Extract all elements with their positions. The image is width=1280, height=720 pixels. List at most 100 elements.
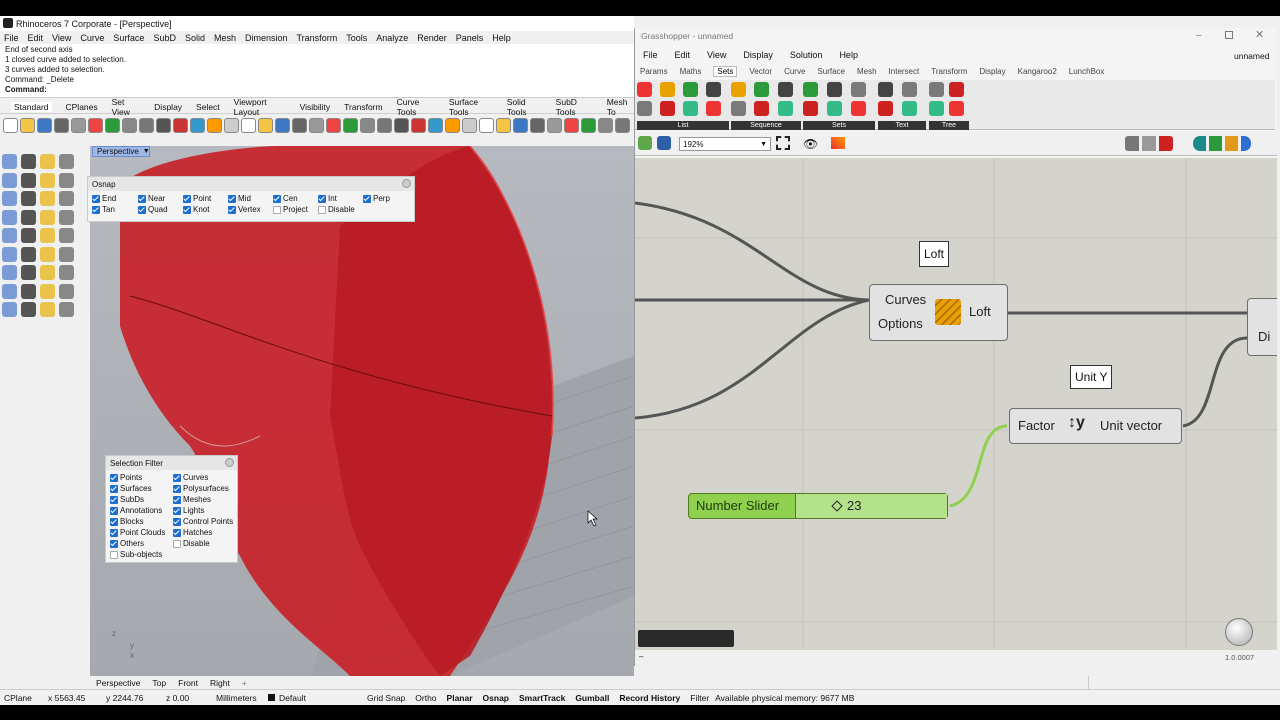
toolbar-tool-icon[interactable] bbox=[615, 117, 630, 133]
checkbox-meshes[interactable]: Meshes bbox=[173, 494, 239, 505]
gh-menu-item[interactable]: Edit bbox=[675, 50, 691, 60]
gh-menu-item[interactable]: Help bbox=[839, 50, 858, 60]
toolbar-tab[interactable]: CPlanes bbox=[66, 102, 98, 112]
menu-transform[interactable]: Transform bbox=[297, 33, 338, 43]
viewport-tab[interactable]: Right bbox=[210, 678, 230, 688]
slider-track[interactable] bbox=[795, 494, 947, 518]
status-toggle[interactable]: Record History bbox=[617, 693, 682, 703]
gh-menu-item[interactable]: Display bbox=[743, 50, 773, 60]
viewport-tab[interactable]: Top bbox=[152, 678, 166, 688]
checkbox-point-clouds[interactable]: Point Clouds bbox=[110, 527, 173, 538]
close-window-icon[interactable]: ✕ bbox=[1255, 28, 1264, 41]
toolbar-tab[interactable]: Display bbox=[154, 102, 182, 112]
toolbar-tool-icon[interactable] bbox=[139, 117, 154, 133]
toolbar-tool-icon[interactable] bbox=[207, 117, 222, 133]
menu-analyze[interactable]: Analyze bbox=[376, 33, 408, 43]
component-icon[interactable] bbox=[827, 101, 842, 116]
component-icon[interactable] bbox=[637, 82, 652, 97]
checkbox-subds[interactable]: SubDs bbox=[110, 494, 173, 505]
layer-label[interactable]: Default bbox=[275, 693, 365, 703]
component-icon[interactable] bbox=[754, 82, 770, 97]
toolbar-tool-icon[interactable] bbox=[37, 117, 52, 133]
loft-input-options[interactable]: Options bbox=[878, 316, 923, 331]
unit-y-output[interactable]: Unit vector bbox=[1100, 418, 1162, 433]
gh-tab[interactable]: Params bbox=[640, 67, 668, 76]
toolbar-tool-icon[interactable] bbox=[343, 117, 358, 133]
component-icon[interactable] bbox=[803, 101, 818, 116]
checkbox-project[interactable]: Project bbox=[273, 204, 318, 215]
toolbar-tool-icon[interactable] bbox=[547, 117, 562, 133]
toolbar-tool-icon[interactable] bbox=[598, 117, 613, 133]
component-icon[interactable] bbox=[851, 82, 866, 97]
toolbar-tool-icon[interactable] bbox=[71, 117, 86, 133]
side-tool-icon[interactable] bbox=[40, 265, 55, 280]
component-icon[interactable] bbox=[660, 101, 675, 116]
toolbar-tab[interactable]: Surface Tools bbox=[449, 97, 493, 117]
ribbon-group-label[interactable]: Sequence bbox=[731, 121, 801, 130]
checkbox-disable[interactable]: Disable bbox=[318, 204, 363, 215]
side-tool-icon[interactable] bbox=[21, 246, 36, 262]
toolbar-tab[interactable]: Visibility bbox=[300, 102, 331, 112]
chevron-down-icon[interactable]: ▼ bbox=[143, 148, 150, 155]
side-tool-icon[interactable] bbox=[59, 302, 74, 317]
side-tool-icon[interactable] bbox=[40, 228, 55, 243]
side-tool-icon[interactable] bbox=[2, 265, 17, 280]
side-tool-icon[interactable] bbox=[59, 172, 74, 188]
checkbox-curves[interactable]: Curves bbox=[173, 472, 239, 483]
side-tool-icon[interactable] bbox=[21, 191, 36, 206]
side-tool-icon[interactable] bbox=[21, 265, 36, 280]
side-tool-icon[interactable] bbox=[40, 154, 55, 169]
checkbox-points[interactable]: Points bbox=[110, 472, 173, 483]
toolbar-tool-icon[interactable] bbox=[377, 117, 392, 133]
toolbar-tool-icon[interactable] bbox=[105, 117, 120, 133]
component-icon[interactable] bbox=[949, 101, 964, 116]
toolbar-tool-icon[interactable] bbox=[564, 117, 579, 133]
side-tool-icon[interactable] bbox=[21, 228, 36, 243]
gh-tab[interactable]: Surface bbox=[817, 67, 845, 76]
side-tool-icon[interactable] bbox=[21, 302, 36, 317]
toolbar-tab[interactable]: Transform bbox=[344, 102, 382, 112]
add-viewport-tab-icon[interactable]: + bbox=[242, 678, 247, 688]
menu-help[interactable]: Help bbox=[492, 33, 511, 43]
viewport-tab[interactable]: Front bbox=[178, 678, 198, 688]
side-tool-icon[interactable] bbox=[2, 302, 17, 317]
checkbox-point[interactable]: Point bbox=[183, 193, 228, 204]
gh-tab[interactable]: Kangaroo2 bbox=[1018, 67, 1057, 76]
loft-input-curves[interactable]: Curves bbox=[885, 292, 926, 307]
partial-component[interactable]: Di bbox=[1247, 298, 1277, 356]
component-icon[interactable] bbox=[929, 101, 944, 116]
component-icon[interactable] bbox=[827, 82, 842, 97]
component-icon[interactable] bbox=[777, 101, 793, 116]
toolbar-tool-icon[interactable] bbox=[394, 117, 409, 133]
open-file-icon[interactable] bbox=[638, 136, 652, 150]
gh-tab[interactable]: Transform bbox=[931, 67, 967, 76]
close-icon[interactable] bbox=[225, 458, 234, 467]
gh-menu-item[interactable]: Solution bbox=[790, 50, 823, 60]
toolbar-tab[interactable]: SubD Tools bbox=[556, 97, 593, 117]
toolbar-tab[interactable]: Standard bbox=[11, 101, 52, 112]
menu-dimension[interactable]: Dimension bbox=[245, 33, 288, 43]
toolbar-tool-icon[interactable] bbox=[156, 117, 171, 133]
component-icon[interactable] bbox=[683, 82, 698, 97]
side-tool-icon[interactable] bbox=[21, 154, 36, 169]
gh-tab[interactable]: Intersect bbox=[889, 67, 920, 76]
toolbar-tab[interactable]: Select bbox=[196, 102, 220, 112]
toolbar-tool-icon[interactable] bbox=[496, 117, 511, 133]
checkbox-tan[interactable]: Tan bbox=[92, 204, 138, 215]
viewport-title-tab[interactable]: Perspective ▼ bbox=[92, 146, 150, 157]
toolbar-tool-icon[interactable] bbox=[445, 117, 460, 133]
display-mode-icons[interactable] bbox=[1193, 136, 1251, 151]
component-icon[interactable] bbox=[754, 101, 770, 116]
component-icon[interactable] bbox=[902, 101, 917, 116]
toolbar-tool-icon[interactable] bbox=[122, 117, 137, 133]
menu-surface[interactable]: Surface bbox=[113, 33, 144, 43]
toolbar-tool-icon[interactable] bbox=[428, 117, 443, 133]
status-toggle[interactable]: Grid Snap bbox=[365, 693, 407, 703]
gh-tab[interactable]: Sets bbox=[713, 66, 738, 77]
side-tool-icon[interactable] bbox=[2, 246, 17, 262]
side-tool-icon[interactable] bbox=[59, 283, 74, 299]
side-tool-icon[interactable] bbox=[40, 209, 55, 225]
gh-menu-item[interactable]: View bbox=[707, 50, 726, 60]
toolbar-tool-icon[interactable] bbox=[173, 117, 188, 133]
sketch-pen-icon[interactable] bbox=[831, 137, 845, 149]
